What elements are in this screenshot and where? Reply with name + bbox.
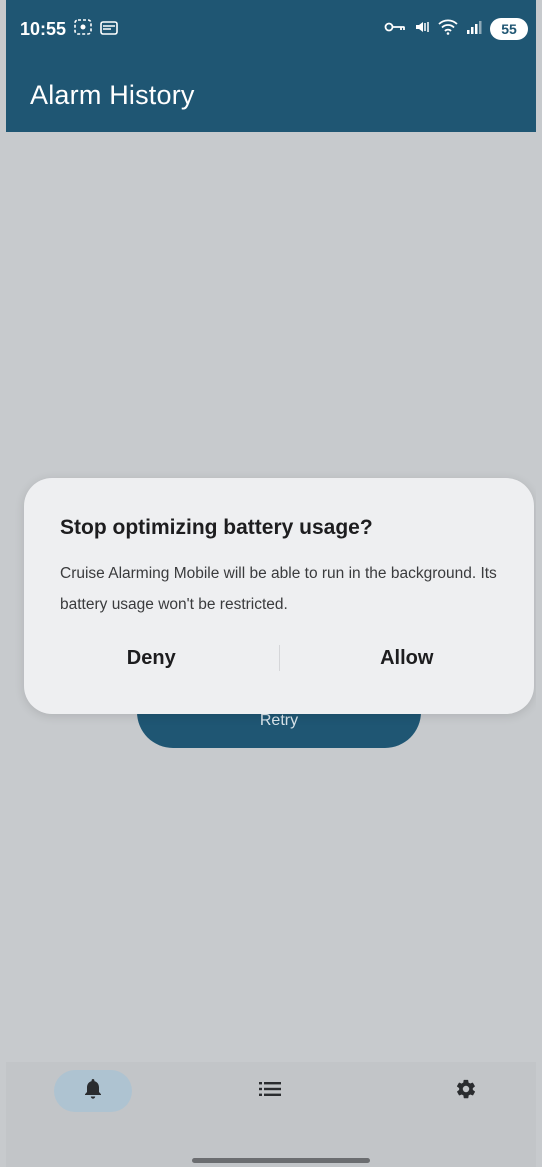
nav-alarm-history[interactable] xyxy=(54,1070,132,1122)
signal-icon xyxy=(466,19,482,40)
wifi-icon xyxy=(438,19,458,40)
nav-list[interactable] xyxy=(250,1070,290,1122)
status-bar: 10:55 55 xyxy=(6,0,536,58)
dialog-title: Stop optimizing battery usage? xyxy=(60,516,373,539)
status-time: 10:55 xyxy=(20,18,67,39)
vpn-key-icon xyxy=(384,20,406,38)
allow-button[interactable]: Allow xyxy=(280,646,535,671)
nav-settings[interactable] xyxy=(446,1070,486,1122)
screen-record-icon xyxy=(74,18,92,40)
battery-optimization-dialog: Stop optimizing battery usage? Cruise Al… xyxy=(24,478,534,714)
dialog-message: Cruise Alarming Mobile will be able to r… xyxy=(60,565,497,613)
dialog-actions: Deny Allow xyxy=(24,628,534,688)
bottom-navigation xyxy=(6,1062,536,1167)
battery-percent: 55 xyxy=(501,21,517,37)
phone-screen: 10:55 55 Alarm History Retry Stop optimi… xyxy=(6,0,536,1167)
mute-icon xyxy=(414,19,430,40)
list-icon xyxy=(259,1081,281,1102)
bell-icon xyxy=(83,1078,103,1105)
page-title: Alarm History xyxy=(30,79,195,110)
deny-button[interactable]: Deny xyxy=(24,646,279,671)
battery-indicator: 55 xyxy=(490,18,528,40)
app-bar: Alarm History xyxy=(6,58,536,132)
gear-icon xyxy=(455,1078,477,1105)
message-icon xyxy=(100,19,118,40)
home-indicator[interactable] xyxy=(192,1158,370,1163)
